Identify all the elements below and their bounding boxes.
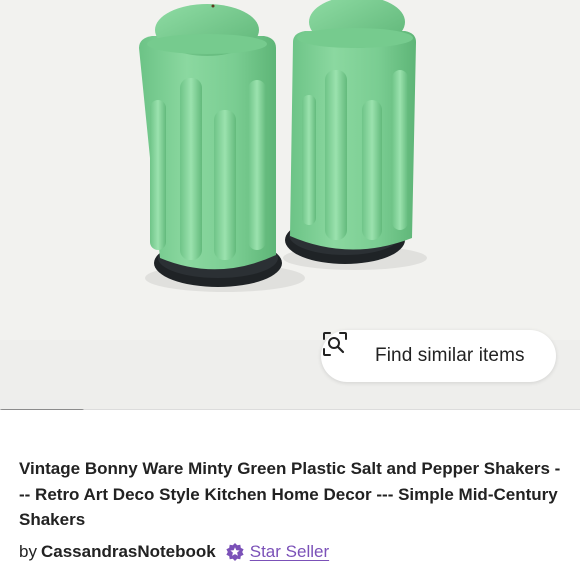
by-label: by	[19, 542, 37, 561]
carousel-progress-thumb[interactable]	[0, 409, 85, 410]
shop-name-link[interactable]: CassandrasNotebook	[41, 542, 216, 562]
seller-line: by CassandrasNotebook Star Seller	[19, 540, 329, 564]
find-similar-items-button[interactable]: Find similar items	[321, 330, 556, 382]
left-shaker	[139, 4, 282, 287]
listing-title[interactable]: Vintage Bonny Ware Minty Green Plastic S…	[19, 456, 564, 533]
listing-photo[interactable]: Find similar items	[0, 0, 580, 410]
star-seller-badge-icon	[225, 542, 245, 562]
star-seller-link[interactable]: Star Seller	[250, 542, 329, 562]
visual-search-icon	[323, 332, 367, 371]
right-shaker	[285, 0, 416, 264]
carousel-progress-track	[0, 409, 580, 410]
find-similar-label: Find similar items	[375, 345, 525, 366]
